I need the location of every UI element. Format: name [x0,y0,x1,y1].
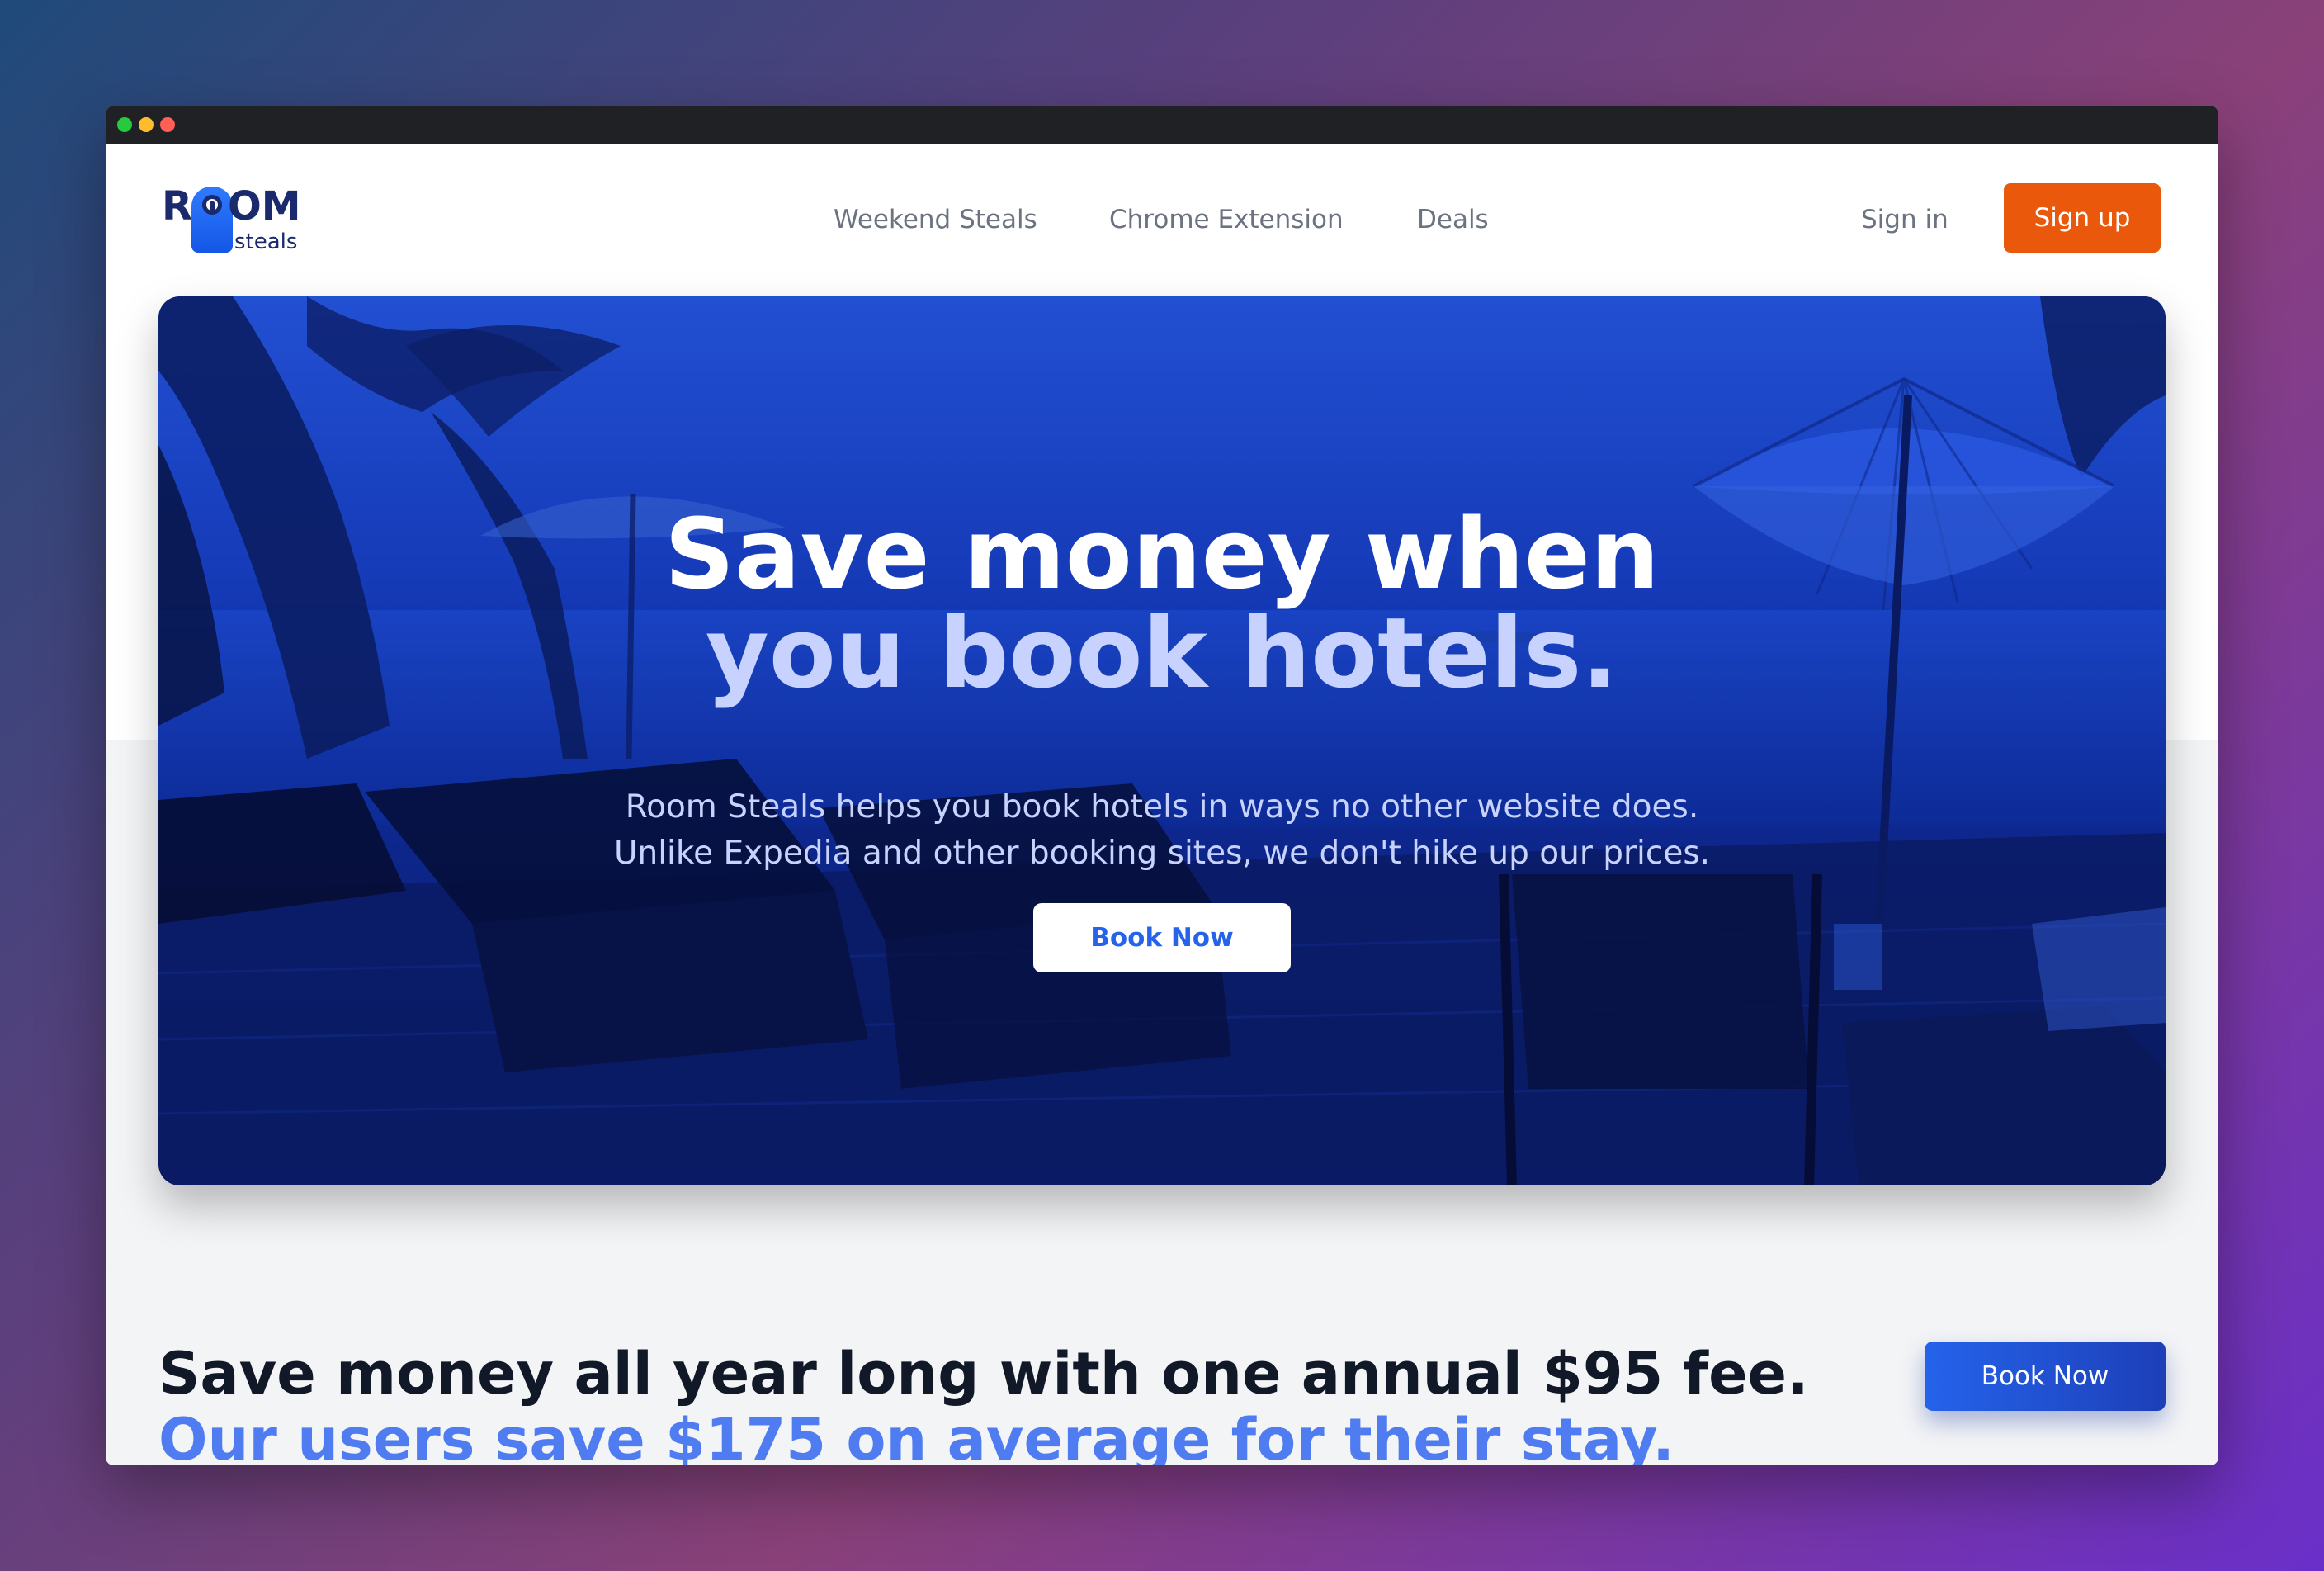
window-maximize-control[interactable] [117,117,132,132]
window-close-control[interactable] [160,117,175,132]
hero-title-line1: Save money when [664,497,1660,611]
cta-book-now-button[interactable]: Book Now [1925,1342,2166,1411]
room-steals-logo[interactable]: R OM steals [162,183,302,258]
hero-subtitle-line1: Room Steals helps you book hotels in way… [625,788,1699,826]
nav-link-chrome-extension[interactable]: Chrome Extension [1109,203,1344,236]
cta-subheadline: Our users save $175 on average for their… [158,1406,1675,1465]
window-minimize-control[interactable] [139,117,154,132]
hero-subtitle: Room Steals helps you book hotels in way… [158,784,2166,877]
hero-title-line2: you book hotels. [705,596,1619,710]
hero-subtitle-line2: Unlike Expedia and other booking sites, … [613,835,1711,872]
site-header: R OM steals Weekend Steals Chrome Extens… [106,144,2218,292]
logo-subtext: steals [234,229,298,254]
hero-book-now-button[interactable]: Book Now [1033,903,1291,972]
logo-letters-om: OM [228,183,301,229]
sign-up-button[interactable]: Sign up [2004,183,2161,253]
hero-banner: Save money when you book hotels. Room St… [158,296,2166,1185]
cta-headline: Save money all year long with one annual… [158,1340,1809,1408]
nav-link-weekend-steals[interactable]: Weekend Steals [834,203,1037,236]
sign-in-link[interactable]: Sign in [1861,203,1948,236]
browser-window: R OM steals Weekend Steals Chrome Extens… [106,106,2218,1465]
window-titlebar [106,106,2218,144]
logo-letter-r: R [162,183,192,229]
hotel-tag-icon [191,187,233,253]
nav-link-deals[interactable]: Deals [1417,203,1489,236]
beach-resort-background-image [158,296,2166,1185]
hero-title: Save money when you book hotels. [158,504,2166,703]
